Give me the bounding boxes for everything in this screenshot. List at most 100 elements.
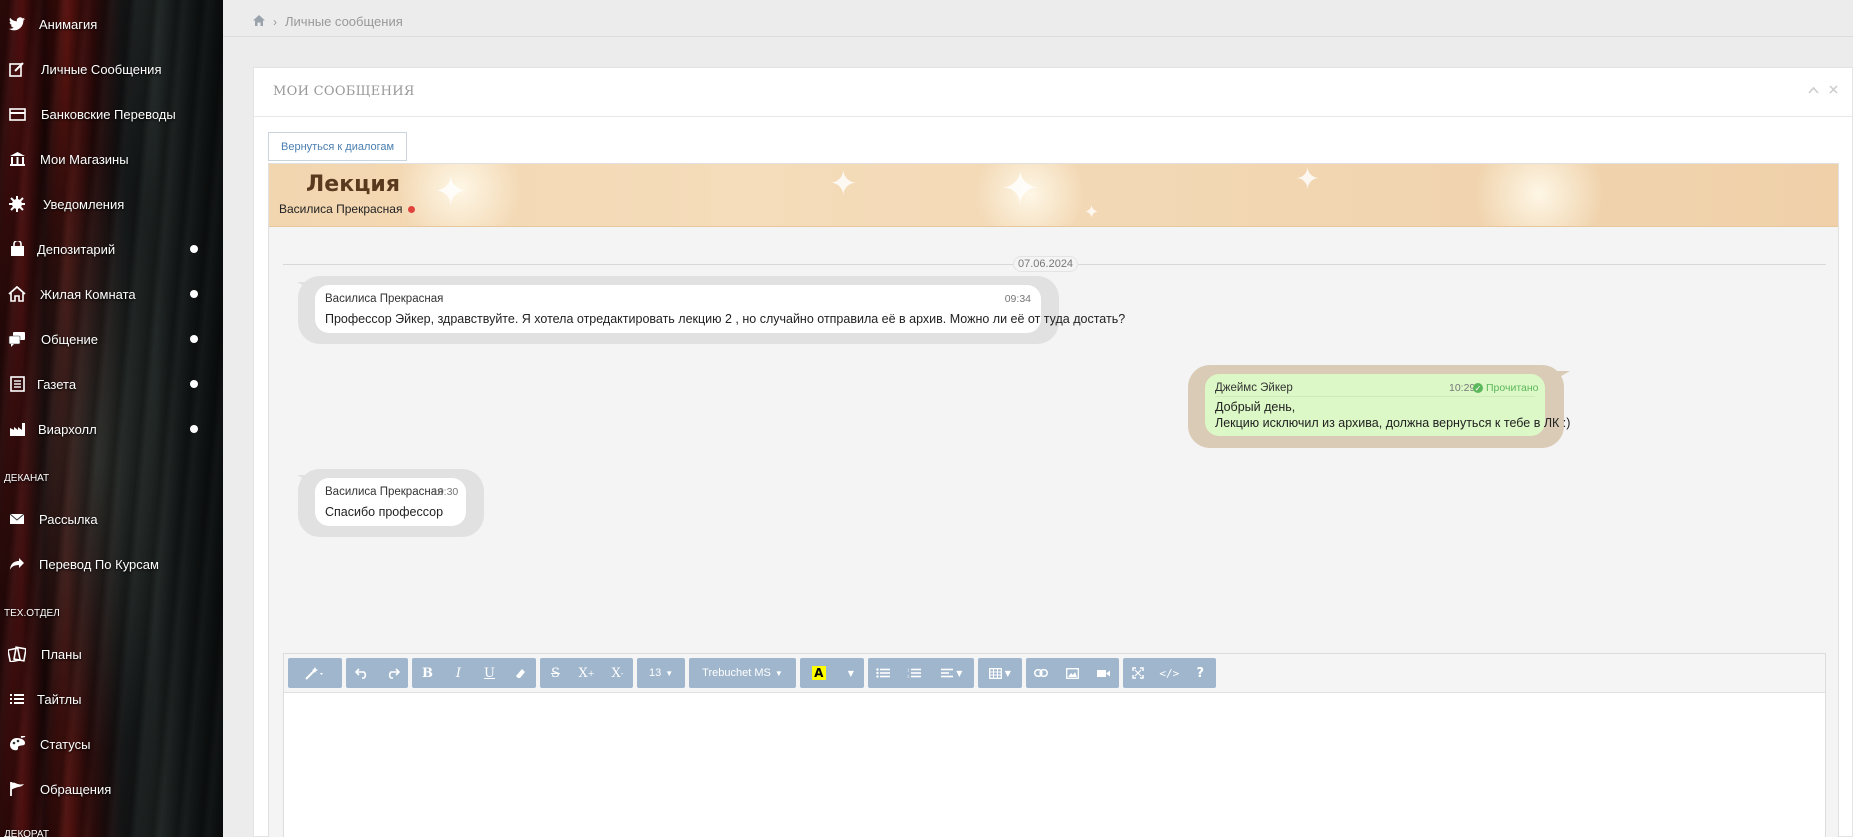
message-author: Василиса Прекрасная	[325, 486, 444, 498]
sidebar-item-statuses[interactable]: Статусы	[0, 729, 223, 759]
notification-dot	[190, 335, 198, 343]
numbered-list-icon[interactable]: 12	[899, 658, 930, 688]
dialog-container: ✦ ✦ ✦ ✦ ✦ Лекция Василиса Прекрасная 07.…	[268, 163, 1839, 837]
sidebar-item-course-transfer[interactable]: Перевод По Курсам	[0, 549, 223, 579]
sidebar-item-viarhall[interactable]: Виархолл	[0, 414, 223, 444]
notification-dot	[190, 245, 198, 253]
sidebar-item-label: Общение	[41, 331, 99, 347]
sidebar-item-mailing[interactable]: Рассылка	[0, 504, 223, 534]
align-dropdown-icon[interactable]: ▼	[930, 658, 974, 688]
sidebar-item-label: Рассылка	[39, 511, 98, 527]
factory-icon	[8, 420, 26, 438]
breadcrumb: › Личные сообщения	[253, 14, 403, 29]
video-icon[interactable]	[1088, 658, 1119, 688]
messages-panel: МОИ СООБЩЕНИЯ Вернуться к диалогам ✦ ✦ ✦…	[253, 67, 1853, 837]
read-status-label: Прочитано	[1486, 382, 1539, 394]
sparkle-decoration: ✦	[1295, 164, 1321, 197]
sparkle-decoration: ✦	[434, 169, 468, 215]
font-family-select[interactable]: Trebuchet MS ▼	[689, 658, 796, 688]
message-text: Профессор Эйкер, здравствуйте. Я хотела …	[325, 312, 1126, 326]
text-color-icon[interactable]: A	[800, 658, 838, 688]
date-label: 07.06.2024	[1013, 256, 1079, 272]
link-icon[interactable]	[1026, 658, 1057, 688]
redo-icon[interactable]	[377, 658, 408, 688]
superscript-icon[interactable]: X +	[571, 658, 602, 688]
sidebar-item-plans[interactable]: Планы	[0, 639, 223, 669]
sidebar-item-label: Банковские Переводы	[41, 106, 176, 122]
bullet-list-icon[interactable]	[868, 658, 899, 688]
underline-icon[interactable]: U	[474, 658, 505, 688]
message-author: Василиса Прекрасная	[325, 293, 444, 305]
sidebar-item-communication[interactable]: Общение	[0, 324, 223, 354]
gear-burst-icon	[8, 195, 26, 213]
sparkle-decoration: ✦	[829, 164, 858, 204]
sidebar-item-appeals[interactable]: Обращения	[0, 774, 223, 804]
style-wand-button[interactable]	[288, 658, 342, 688]
sidebar-item-living-room[interactable]: Жилая Комната	[0, 279, 223, 309]
eraser-icon[interactable]	[505, 658, 536, 688]
message-bubble: Джеймс Эйкер 10:29 ✓ Прочитано Добрый де…	[1205, 374, 1570, 436]
sidebar-item-label: Планы	[41, 646, 82, 662]
strikethrough-icon[interactable]: S	[540, 658, 571, 688]
home-icon[interactable]	[253, 14, 265, 29]
sidebar-item-notifications[interactable]: Уведомления	[0, 189, 223, 219]
message-time: 10:30	[432, 486, 459, 498]
sidebar-item-depository[interactable]: Депозитарий	[0, 234, 223, 264]
participant-name: Василиса Прекрасная	[279, 202, 403, 216]
breadcrumb-bar: › Личные сообщения	[223, 0, 1853, 37]
home-icon	[8, 285, 26, 303]
envelope-icon	[8, 510, 26, 528]
sidebar-item-newspaper[interactable]: Газета	[0, 369, 223, 399]
editor-toolbar: B I U S X + X- 13 ▼ Trebuchet MS ▼ A ▼ 1…	[288, 658, 1216, 690]
credit-card-icon	[8, 105, 26, 123]
sidebar-section-dean: ДЕКАНАТ	[4, 473, 50, 484]
message-incoming: Василиса Прекрасная 09:34 Профессор Эйке…	[298, 276, 1125, 344]
share-arrow-icon	[8, 555, 26, 573]
message-time: 10:29	[1449, 382, 1476, 394]
font-size-select[interactable]: 13 ▼	[637, 658, 685, 688]
sidebar-item-messages[interactable]: Личные Сообщения	[0, 54, 223, 84]
message-outgoing: Джеймс Эйкер 10:29 ✓ Прочитано Добрый де…	[1188, 365, 1570, 448]
sparkle-decoration: ✦	[1084, 202, 1100, 223]
cards-icon	[8, 645, 26, 663]
message-input-area[interactable]	[284, 692, 1825, 837]
table-icon[interactable]: ▼	[978, 658, 1022, 688]
sidebar-item-bank-transfers[interactable]: Банковские Переводы	[0, 99, 223, 129]
sidebar-item-label: Уведомления	[43, 196, 125, 212]
sidebar-item-label: Анимагия	[39, 16, 98, 32]
back-to-dialogs-button[interactable]: Вернуться к диалогам	[268, 132, 408, 161]
undo-icon[interactable]	[346, 658, 377, 688]
bold-icon[interactable]: B	[412, 658, 443, 688]
sidebar: Анимагия Личные Сообщения Банковские Пер…	[0, 0, 223, 837]
sidebar-item-label: Личные Сообщения	[41, 61, 162, 77]
code-view-icon[interactable]: </>	[1154, 658, 1185, 688]
fullscreen-icon[interactable]	[1123, 658, 1154, 688]
sidebar-item-label: Обращения	[40, 781, 112, 797]
message-text: Спасибо профессор	[325, 505, 444, 519]
svg-text:2: 2	[907, 674, 910, 679]
help-icon[interactable]: ?	[1185, 658, 1216, 688]
collapse-icon[interactable]	[1808, 82, 1819, 98]
sidebar-item-animagia[interactable]: Анимагия	[0, 9, 223, 39]
message-time: 09:34	[1004, 293, 1031, 305]
italic-icon[interactable]: I	[443, 658, 474, 688]
breadcrumb-current: Личные сообщения	[285, 14, 403, 29]
sidebar-section-decorat: ДЕКОРАТ	[4, 829, 49, 837]
check-circle-icon: ✓	[1473, 383, 1483, 393]
subscript-icon[interactable]: X-	[602, 658, 633, 688]
online-status-dot	[408, 205, 416, 213]
svg-text:1: 1	[907, 668, 910, 673]
chevron-right-icon: ›	[273, 14, 277, 29]
twitter-bird-icon	[8, 15, 26, 33]
read-status: ✓ Прочитано	[1473, 382, 1539, 394]
image-icon[interactable]	[1057, 658, 1088, 688]
sidebar-item-label: Мои Магазины	[40, 151, 129, 167]
sidebar-item-label: Газета	[37, 376, 77, 392]
sidebar-item-label: Перевод По Курсам	[39, 556, 159, 572]
color-dropdown-icon[interactable]: ▼	[838, 658, 864, 688]
sparkle-decoration: ✦	[1001, 164, 1040, 215]
close-icon[interactable]	[1829, 82, 1838, 98]
sidebar-item-label: Жилая Комната	[40, 286, 136, 302]
sidebar-item-titles[interactable]: Тайтлы	[0, 684, 223, 714]
sidebar-item-shops[interactable]: Мои Магазины	[0, 144, 223, 174]
